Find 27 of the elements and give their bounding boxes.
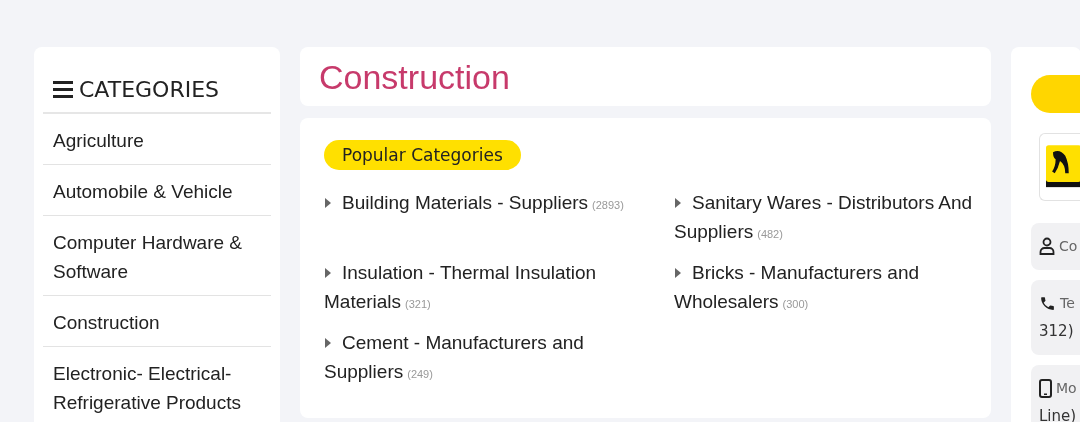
contact-label: Co [1059, 237, 1078, 256]
contact-label: Mo [1056, 379, 1077, 398]
caret-icon [674, 267, 682, 279]
mobile-icon [1039, 378, 1052, 398]
sidebar-title: CATEGORIES [79, 77, 220, 102]
category-link[interactable]: Sanitary Wares - Distributors And Suppliers (482) [674, 188, 974, 249]
category-link[interactable]: Bricks - Manufacturers and Wholesalers (300) [674, 258, 974, 319]
category-link[interactable]: Automobile & Vehicle [43, 165, 271, 216]
category-link[interactable]: Insulation - Thermal Insulation Materials (321) [324, 258, 634, 319]
contact-text: 312) [1039, 321, 1074, 342]
contact-label: Te [1060, 294, 1075, 313]
menu-icon [53, 81, 73, 98]
caret-icon [674, 197, 682, 209]
category-link[interactable]: Electronic- Electrical- Refrigerative Products [43, 347, 271, 422]
person-icon [1039, 237, 1055, 255]
caret-icon [324, 267, 332, 279]
category-link[interactable]: Cement - Manufacturers and Suppliers (249) [324, 328, 634, 389]
category-link[interactable]: Computer Hardware & Software [43, 216, 271, 296]
action-button[interactable] [1031, 75, 1080, 113]
category-link[interactable]: Building Materials - Suppliers (2893) [324, 188, 634, 249]
popular-badge: Popular Categories [324, 140, 521, 170]
caret-icon [324, 337, 332, 349]
category-link[interactable]: Construction [43, 296, 271, 347]
caret-icon [324, 197, 332, 209]
page-title: Construction [319, 57, 511, 97]
phone-icon [1039, 294, 1056, 312]
category-link[interactable]: Agriculture [43, 114, 271, 165]
